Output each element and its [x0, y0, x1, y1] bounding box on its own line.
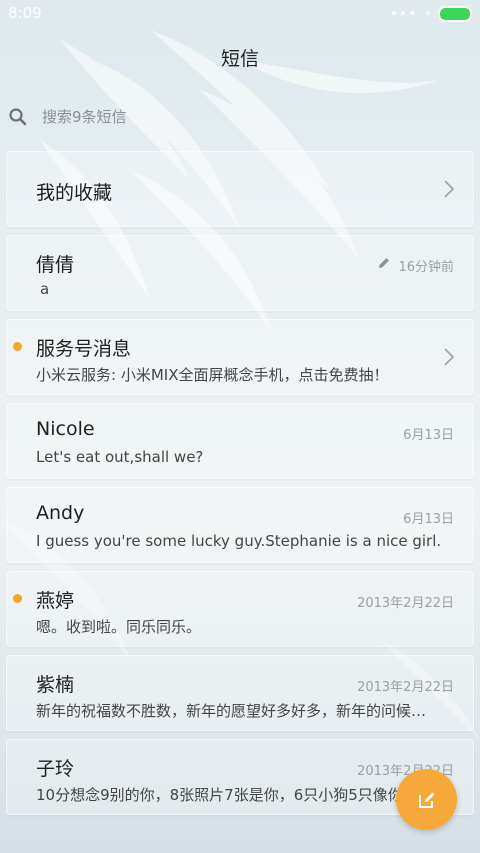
status-icons: ••• ⚡	[390, 4, 472, 24]
chevron-right-icon	[444, 348, 455, 366]
contact-name: 紫楠	[36, 674, 75, 696]
conversation-item[interactable]: Nicole 6月13日 Let's eat out,shall we?	[6, 403, 474, 479]
contact-name: 倩倩	[36, 254, 75, 276]
message-time: 2013年2月22日	[357, 680, 454, 695]
message-snippet: 10分想念9别的你，8张照片7张是你，6只小狗5只像你	[36, 786, 403, 804]
search-icon	[9, 108, 27, 126]
favorites-label: 我的收藏	[36, 182, 113, 204]
conversation-item[interactable]: 燕婷 2013年2月22日 嗯。收到啦。同乐同乐。	[6, 571, 474, 647]
page-title: 短信	[220, 48, 259, 70]
contact-name: 服务号消息	[36, 338, 132, 360]
contact-name: 子玲	[36, 758, 75, 780]
message-snippet: I guess you're some lucky guy.Stephanie …	[36, 532, 442, 550]
status-time: 8:09	[8, 4, 42, 22]
conversation-item[interactable]: Andy 6月13日 I guess you're some lucky guy…	[6, 487, 474, 563]
unread-dot-icon	[13, 342, 22, 351]
contact-name: Nicole	[36, 418, 95, 440]
contact-name: 燕婷	[36, 590, 75, 612]
search-bar[interactable]	[8, 104, 468, 130]
compose-icon	[418, 792, 434, 808]
chevron-right-icon	[444, 180, 455, 198]
signal-dots-icon: •••	[389, 6, 418, 22]
message-snippet: Let's eat out,shall we?	[36, 448, 204, 466]
conversation-item[interactable]: 服务号消息 小米云服务: 小米MIX全面屏概念手机，点击免费抽！	[6, 319, 474, 395]
message-time: 16分钟前	[398, 260, 454, 275]
contact-name: Andy	[36, 502, 85, 524]
status-bar: 8:09 ••• ⚡	[0, 0, 480, 28]
message-time: 6月13日	[403, 512, 454, 527]
unread-dot-icon	[13, 594, 22, 603]
conversation-item[interactable]: 倩倩 16分钟前 a	[6, 235, 474, 311]
charging-icon: ⚡	[423, 7, 432, 21]
message-snippet: 新年的祝福数不胜数，新年的愿望好多好多，新年的问候…	[36, 702, 427, 720]
favorites-item[interactable]: 我的收藏	[6, 151, 474, 227]
compose-button[interactable]	[396, 769, 457, 830]
search-input[interactable]	[40, 107, 444, 127]
pencil-draft-icon	[379, 258, 389, 268]
message-time: 2013年2月22日	[357, 596, 454, 611]
battery-icon	[438, 6, 472, 22]
message-snippet: 小米云服务: 小米MIX全面屏概念手机，点击免费抽！	[36, 366, 389, 384]
message-time: 6月13日	[403, 428, 454, 443]
conversation-item[interactable]: 紫楠 2013年2月22日 新年的祝福数不胜数，新年的愿望好多好多，新年的问候…	[6, 655, 474, 731]
message-snippet: 嗯。收到啦。同乐同乐。	[36, 618, 202, 636]
message-snippet: a	[40, 280, 50, 298]
